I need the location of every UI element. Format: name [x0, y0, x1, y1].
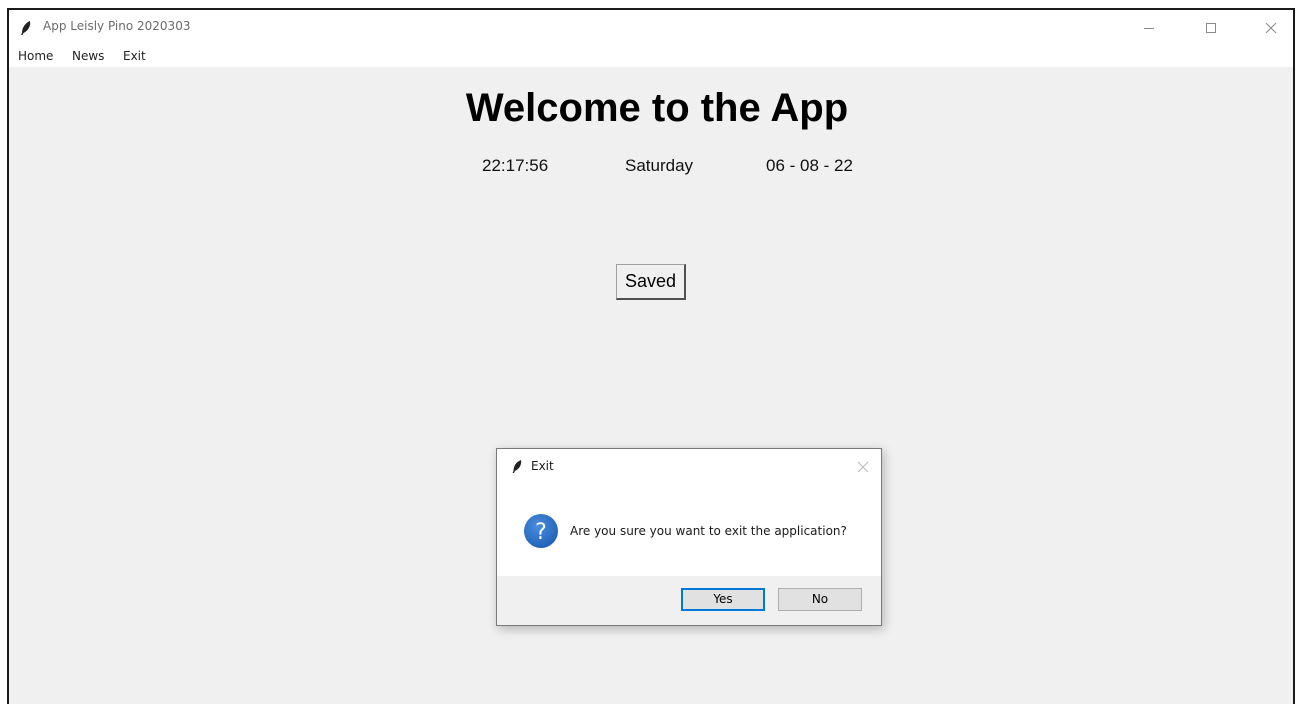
question-icon: ? [524, 514, 558, 548]
yes-button[interactable]: Yes [681, 588, 765, 611]
exit-dialog: Exit ? Are you sure you want to exit the… [496, 448, 882, 626]
maximize-icon [1206, 23, 1216, 33]
no-button[interactable]: No [778, 588, 862, 611]
close-icon [1265, 22, 1277, 34]
dialog-close-icon[interactable] [857, 461, 869, 473]
clock-time: 22:17:56 [482, 156, 549, 175]
menu-item-exit[interactable]: Exit [123, 49, 146, 63]
close-button[interactable] [1259, 16, 1283, 40]
dialog-footer: Yes No [497, 576, 881, 625]
window-title: App Leisly Pino 2020303 [43, 19, 191, 33]
feather-icon [512, 460, 522, 473]
feather-icon [21, 21, 31, 35]
page-title: Welcome to the App [465, 86, 849, 130]
dialog-message: Are you sure you want to exit the applic… [570, 524, 847, 538]
menu-item-news[interactable]: News [72, 49, 104, 63]
date-label: 06 - 08 - 22 [766, 156, 853, 175]
saved-button[interactable]: Saved [616, 264, 686, 300]
title-bar[interactable]: App Leisly Pino 2020303 [9, 10, 1293, 47]
menu-bar: Home News Exit [9, 47, 1293, 67]
maximize-button[interactable] [1199, 16, 1223, 40]
svg-text:?: ? [535, 520, 547, 545]
day-label: Saturday [625, 156, 694, 175]
minimize-button[interactable] [1137, 16, 1161, 40]
minimize-icon [1144, 28, 1154, 29]
menu-item-home[interactable]: Home [18, 49, 53, 63]
dialog-title: Exit [531, 459, 554, 473]
